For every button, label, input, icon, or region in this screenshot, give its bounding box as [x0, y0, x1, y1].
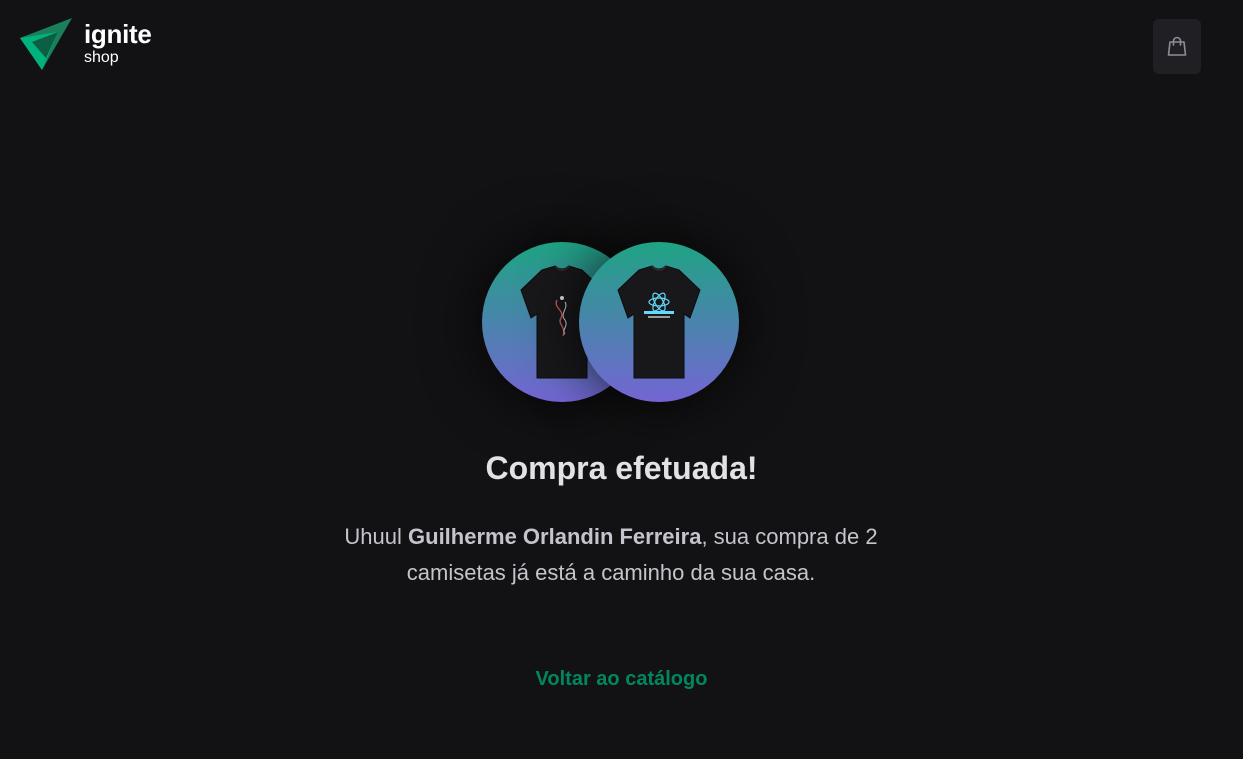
greeting-text: Uhuul [344, 524, 409, 549]
back-to-catalog-link[interactable]: Voltar ao catálogo [536, 668, 708, 690]
product-image-2 [579, 242, 739, 402]
t-shirt-icon [617, 265, 701, 379]
success-message: Uhuul Guilherme Orlandin Ferreira, sua c… [321, 519, 901, 591]
customer-name: Guilherme Orlandin Ferreira [408, 524, 702, 549]
page-title: Compra efetuada! [485, 450, 758, 486]
success-container: Compra efetuada! Uhuul Guilherme Orlandi… [0, 0, 1243, 759]
product-images [482, 242, 740, 402]
